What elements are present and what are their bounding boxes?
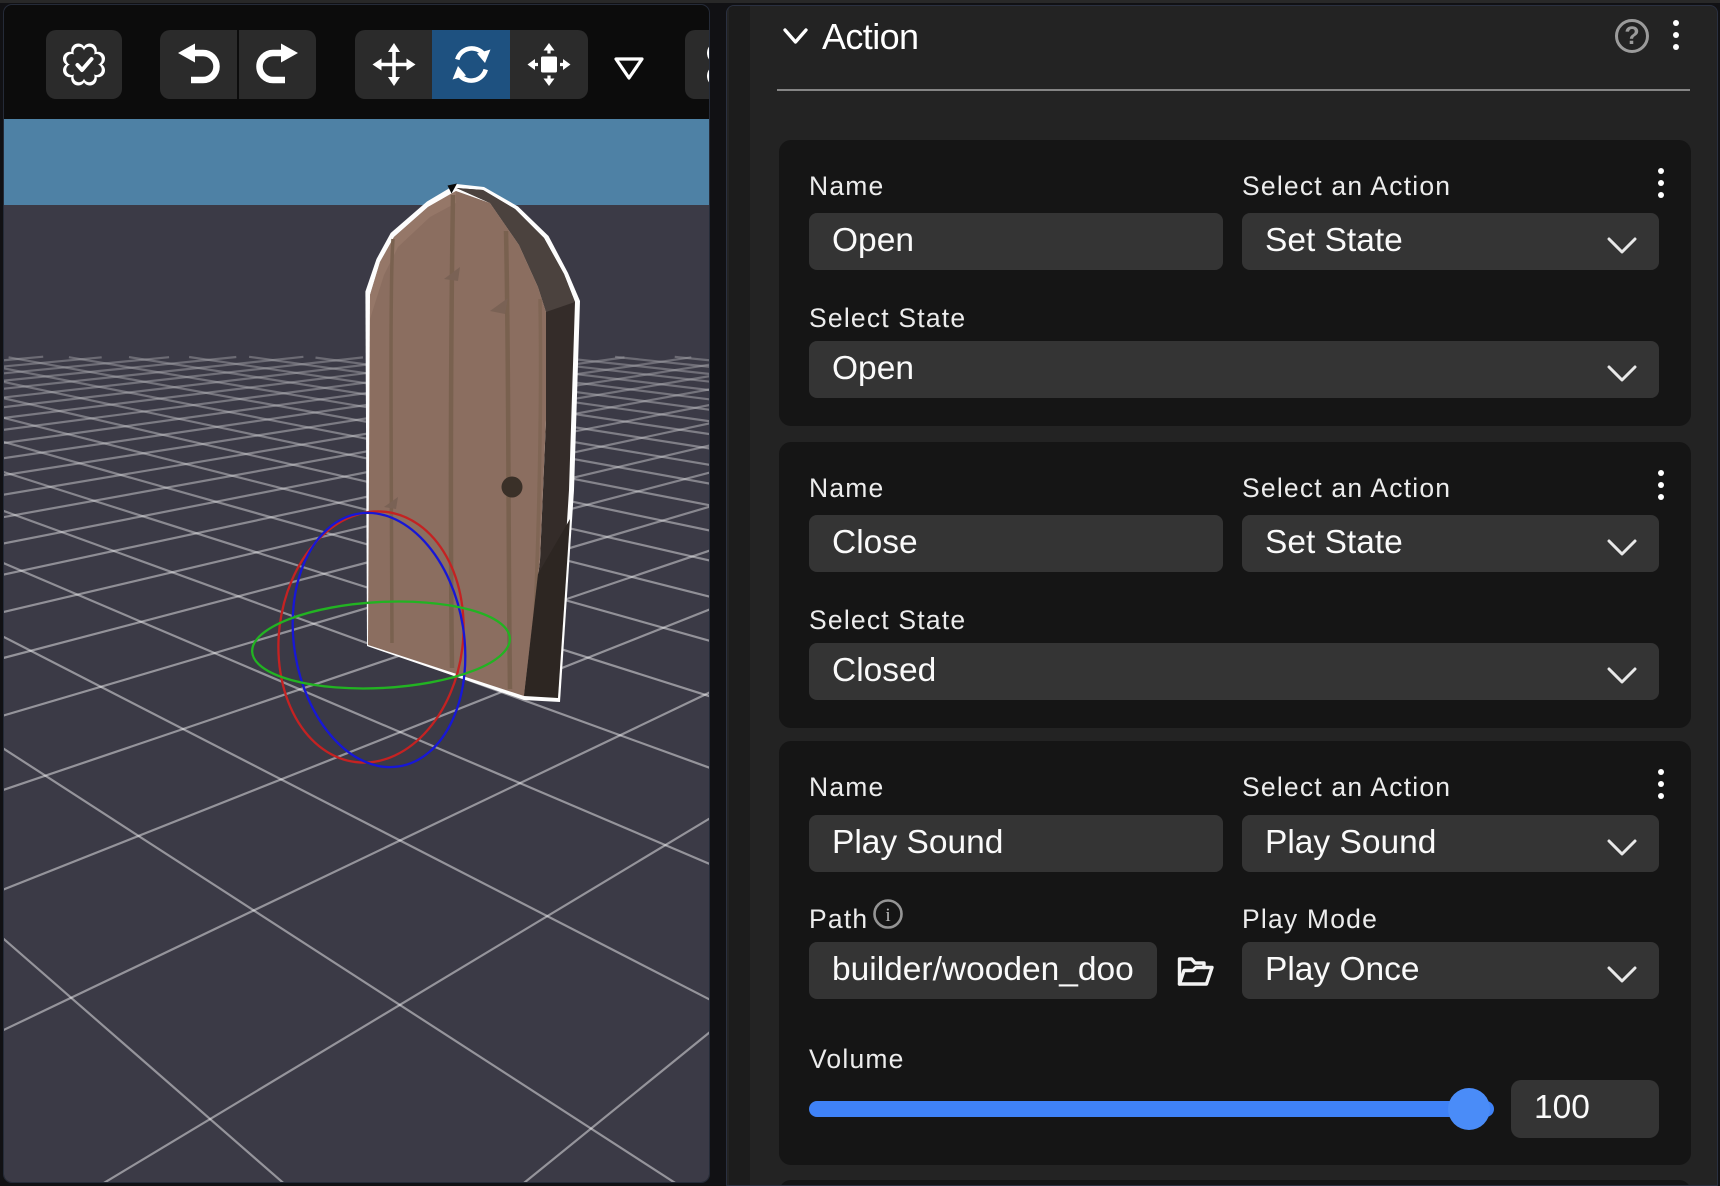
svg-text:i: i xyxy=(885,905,890,926)
svg-text:?: ? xyxy=(1624,22,1639,50)
